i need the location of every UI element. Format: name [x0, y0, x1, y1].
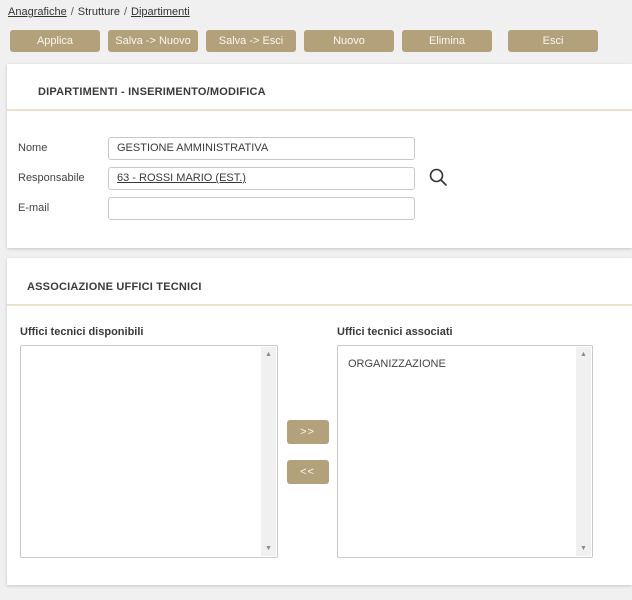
scroll-up-icon[interactable]: ▲ — [580, 347, 587, 362]
associated-column: Uffici tecnici associati ORGANIZZAZIONE … — [337, 326, 593, 558]
association-panel-title: ASSOCIAZIONE UFFICI TECNICI — [7, 258, 632, 293]
email-row: E-mail — [18, 196, 632, 220]
responsabile-row: Responsabile 63 - ROSSI MARIO (EST.) — [18, 166, 632, 190]
elimina-button[interactable]: Elimina — [402, 30, 492, 52]
search-icon — [428, 167, 448, 190]
salva-nuovo-button[interactable]: Salva -> Nuovo — [108, 30, 198, 52]
dipartimenti-form-panel: DIPARTIMENTI - INSERIMENTO/MODIFICA Nome… — [7, 64, 632, 248]
associazione-panel: ASSOCIAZIONE UFFICI TECNICI Uffici tecni… — [7, 258, 632, 585]
panel-title-rule — [7, 109, 632, 111]
breadcrumb-separator: / — [124, 6, 127, 18]
salva-esci-button[interactable]: Salva -> Esci — [206, 30, 296, 52]
responsabile-lookup-button[interactable] — [427, 167, 449, 189]
email-label: E-mail — [18, 202, 108, 214]
move-right-button[interactable]: >> — [287, 420, 329, 444]
toolbar: Applica Salva -> Nuovo Salva -> Esci Nuo… — [10, 30, 632, 52]
responsabile-link[interactable]: 63 - ROSSI MARIO (EST.) — [117, 172, 246, 184]
associated-list-label: Uffici tecnici associati — [337, 326, 593, 338]
associated-scrollbar[interactable]: ▲ ▼ — [576, 347, 591, 556]
list-item[interactable]: ORGANIZZAZIONE — [348, 358, 568, 370]
associated-items: ORGANIZZAZIONE — [338, 346, 592, 370]
move-left-button[interactable]: << — [287, 460, 329, 484]
scroll-down-icon[interactable]: ▼ — [580, 541, 587, 556]
form-panel-title: DIPARTIMENTI - INSERIMENTO/MODIFICA — [7, 64, 632, 98]
associated-listbox[interactable]: ORGANIZZAZIONE ▲ ▼ — [337, 345, 593, 558]
nome-label: Nome — [18, 142, 108, 154]
transfer-controls: >> << — [278, 326, 337, 558]
email-input[interactable] — [108, 197, 415, 220]
dipartimento-form: Nome Responsabile 63 - ROSSI MARIO (EST.… — [18, 136, 632, 220]
breadcrumb-item-strutture: Strutture — [78, 6, 120, 18]
breadcrumb-separator: / — [71, 6, 74, 18]
applica-button[interactable]: Applica — [10, 30, 100, 52]
breadcrumb: Anagrafiche / Strutture / Dipartimenti — [0, 0, 632, 18]
esci-button[interactable]: Esci — [508, 30, 598, 52]
panel-title-rule — [7, 304, 632, 306]
available-listbox[interactable]: ▲ ▼ — [20, 345, 278, 558]
nome-row: Nome — [18, 136, 632, 160]
nuovo-button[interactable]: Nuovo — [304, 30, 394, 52]
scroll-down-icon[interactable]: ▼ — [265, 541, 272, 556]
scroll-up-icon[interactable]: ▲ — [265, 347, 272, 362]
nome-input[interactable] — [108, 137, 415, 160]
responsabile-label: Responsabile — [18, 172, 108, 184]
available-column: Uffici tecnici disponibili ▲ ▼ — [20, 326, 278, 558]
breadcrumb-link-dipartimenti[interactable]: Dipartimenti — [131, 6, 190, 18]
available-items — [21, 346, 277, 358]
available-scrollbar[interactable]: ▲ ▼ — [261, 347, 276, 556]
breadcrumb-link-anagrafiche[interactable]: Anagrafiche — [8, 6, 67, 18]
available-list-label: Uffici tecnici disponibili — [20, 326, 278, 338]
dual-listbox: Uffici tecnici disponibili ▲ ▼ >> << Uff… — [20, 326, 632, 558]
responsabile-field[interactable]: 63 - ROSSI MARIO (EST.) — [108, 167, 415, 190]
